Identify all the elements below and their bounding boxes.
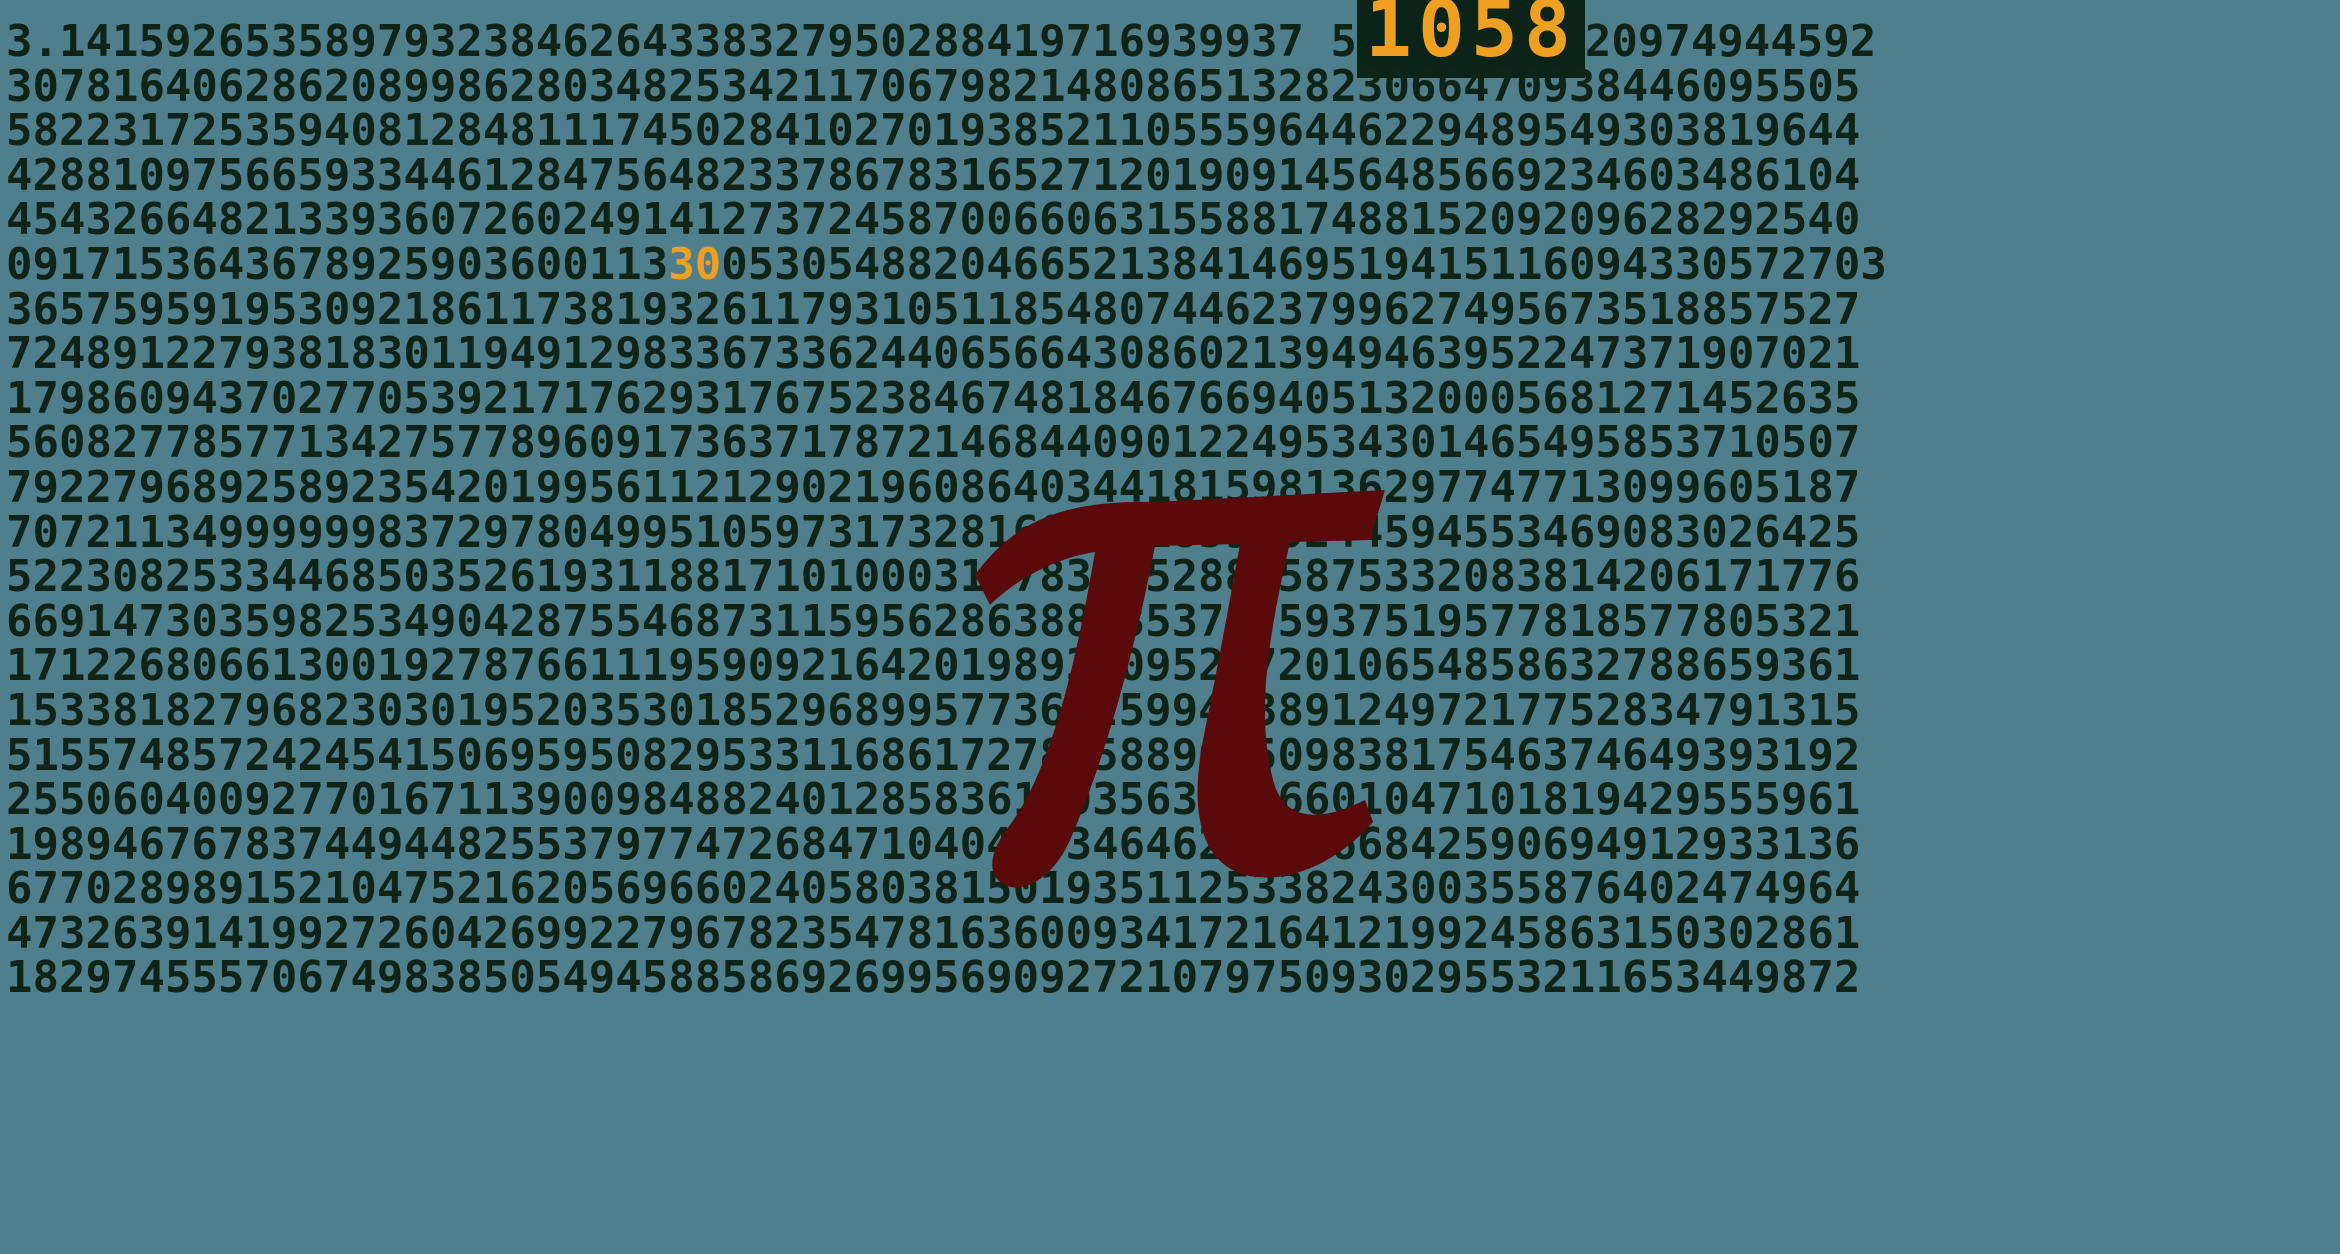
digit-run: 3657595919530921861173819326117931051185… [6, 283, 1861, 335]
digit-row-10: 5608277857713427577896091736371787214684… [6, 421, 2336, 466]
digit-run: 1533818279682303019520353018529689957736… [6, 684, 1861, 736]
digit-run: 1989467678374494482553797747268471040475… [6, 818, 1861, 870]
digit-row-17: 5155748572424541506959508295331168617278… [6, 729, 2336, 781]
digit-row-11: 7922796892589235420199561121290219608640… [6, 461, 2336, 513]
digit-row-22: 1829745557067498385054945885869269956909… [6, 956, 2336, 1001]
digit-row-3: 5822317253594081284811174502841027019385… [6, 109, 2336, 154]
digit-row-20: 6770289891521047521620569660240580381501… [6, 867, 2336, 912]
digit-row-2: 3078164062862089986280348253421170679821… [6, 60, 2336, 112]
digit-run: 0917153643678925903600113 [6, 238, 669, 290]
digit-run: 6770289891521047521620569660240580381501… [6, 863, 1861, 915]
highlighted-digits: 30 [668, 238, 722, 290]
digit-run: 4732639141992726042699227967823547816360… [6, 907, 1861, 959]
digit-run: 0530548820466521384146951941511609433057… [721, 238, 1887, 290]
digit-row-14: 6691473035982534904287554687311595628638… [6, 595, 2336, 647]
digit-run: 7248912279381830119491298336733624406566… [6, 328, 1861, 380]
digit-run: 5155748572424541506959508295331168617278… [6, 729, 1861, 781]
digit-row-1: 3.14159265358979323846264338327950288419… [6, 0, 2336, 79]
digit-row-12: 7072113499999983729780499510597317328160… [6, 506, 2336, 558]
digit-run: 1712268066130019278766111959092164201989… [6, 640, 1861, 692]
pi-digits-screen: 3.14159265358979323846264338327950288419… [0, 0, 2340, 1254]
digit-run: 1829745557067498385054945885869269956909… [6, 952, 1861, 1004]
digit-run: 1798609437027705392171762931767523846748… [6, 372, 1861, 424]
digit-run: 5822317253594081284811174502841027019385… [6, 105, 1861, 157]
digit-row-19: 1989467678374494482553797747268471040475… [6, 818, 2336, 870]
digit-row-18: 2550604009277016711390098488240128583616… [6, 774, 2336, 826]
digit-run: 2550604009277016711390098488240128583616… [6, 774, 1861, 826]
digit-row-9: 1798609437027705392171762931767523846748… [6, 372, 2336, 424]
pi-digit-grid: 3.14159265358979323846264338327950288419… [6, 0, 2336, 1001]
digit-row-16: 1533818279682303019520353018529689957736… [6, 684, 2336, 736]
digit-run: 5608277857713427577896091736371787214684… [6, 417, 1861, 469]
digit-row-4: 4288109756659334461284756482337867831652… [6, 149, 2336, 201]
digit-run: 4543266482133936072602491412737245870066… [6, 194, 1861, 246]
digit-row-5: 4543266482133936072602491412737245870066… [6, 198, 2336, 243]
digit-row-8: 7248912279381830119491298336733624406566… [6, 332, 2336, 377]
digit-row-15: 1712268066130019278766111959092164201989… [6, 644, 2336, 689]
digit-run: 20974944592 [1584, 16, 1877, 67]
digit-run: 7922796892589235420199561121290219608640… [6, 461, 1861, 513]
digit-run: 4288109756659334461284756482337867831652… [6, 149, 1861, 201]
digit-row-21: 4732639141992726042699227967823547816360… [6, 907, 2336, 959]
digit-run: 3.14159265358979323846264338327950288419… [6, 16, 1358, 67]
digit-run: 6691473035982534904287554687311595628638… [6, 595, 1861, 647]
digit-row-7: 3657595919530921861173819326117931051185… [6, 283, 2336, 335]
digit-row-13: 5223082533446850352619311881710100031378… [6, 555, 2336, 600]
digit-run: 3078164062862089986280348253421170679821… [6, 60, 1861, 112]
digit-run: 7072113499999983729780499510597317328160… [6, 506, 1861, 558]
digit-run: 5223082533446850352619311881710100031378… [6, 551, 1861, 603]
digit-row-6: 0917153643678925903600113 30 05305488204… [6, 238, 2336, 290]
